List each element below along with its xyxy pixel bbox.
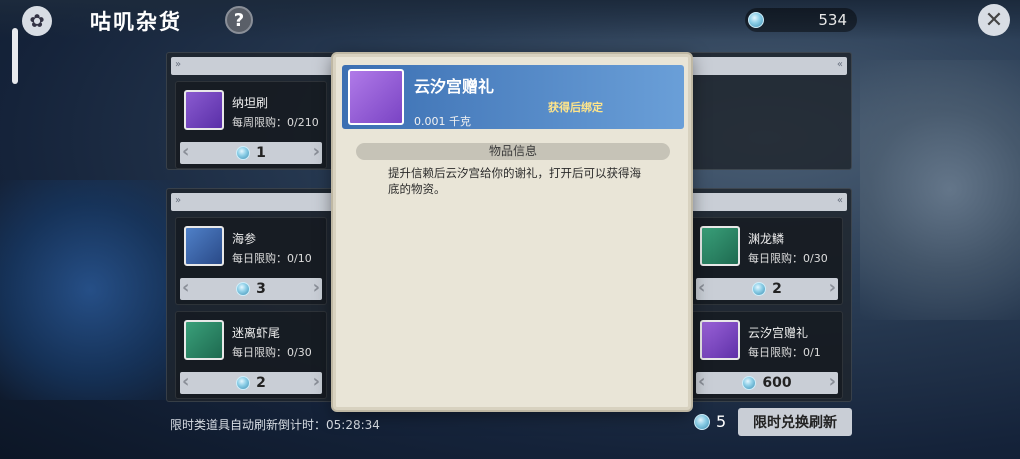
item-name: 迷离虾尾 — [232, 326, 281, 340]
gem-icon — [236, 146, 251, 160]
refresh-button[interactable]: 限时兑换刷新 — [738, 408, 852, 436]
item-description: 提升信赖后云汐宫给你的谢礼，打开后可以获得海底的物资。 — [388, 166, 641, 196]
item-detail-modal: 云汐宫赠礼 获得后绑定 0.001 千克 物品信息 提升信赖后云汐宫给你的谢礼，… — [333, 54, 691, 410]
price-button[interactable]: 2 — [180, 372, 322, 394]
sea-cucumber-icon — [184, 226, 224, 266]
item-price: 1 — [256, 145, 266, 161]
section-label: 物品信息 — [356, 143, 670, 160]
shop-logo-icon: ✿ — [22, 6, 52, 36]
item-price: 600 — [762, 375, 792, 391]
item-limit: 每周限购：0/210 — [232, 116, 319, 129]
bind-status: 获得后绑定 — [548, 101, 603, 114]
gem-icon — [752, 282, 767, 296]
item-price: 2 — [256, 375, 266, 391]
refresh-cost: 5 — [694, 412, 726, 431]
price-button[interactable]: 3 — [180, 278, 322, 300]
item-limit: 每日限购：0/30 — [748, 252, 828, 265]
conch-shell-icon — [700, 320, 740, 360]
help-button[interactable]: ? — [225, 6, 253, 34]
page-title: 咕叽杂货 — [90, 10, 182, 34]
deco-right-icon: « — [836, 59, 843, 70]
item-name: 海参 — [232, 232, 257, 246]
currency-display: 534 — [745, 8, 857, 32]
header: ✿ 咕叽杂货 ? 534 ✕ — [0, 0, 1020, 40]
modal-header: 云汐宫赠礼 获得后绑定 0.001 千克 — [342, 65, 684, 129]
shrimp-tail-icon — [184, 320, 224, 360]
item-limit: 每日限购：0/30 — [232, 346, 312, 359]
item-name: 渊龙鳞 — [748, 232, 785, 246]
modal-title: 云汐宫赠礼 — [414, 77, 495, 96]
deco-left-icon: » — [175, 59, 182, 70]
item-name: 纳坦刷 — [232, 96, 269, 110]
price-button[interactable]: 1 — [180, 142, 322, 164]
gem-icon — [748, 12, 764, 28]
item-price: 3 — [256, 281, 266, 297]
conch-shell-icon — [348, 69, 404, 125]
refresh-cost-value: 5 — [716, 412, 727, 431]
background-light-blue — [0, 180, 180, 400]
gem-icon — [694, 413, 710, 430]
shop-item-card[interactable]: 海参 每日限购：0/10 3 — [175, 217, 327, 305]
shop-item-card[interactable]: 渊龙鳞 每日限购：0/30 2 — [691, 217, 843, 305]
shop-item-card[interactable]: 迷离虾尾 每日限购：0/30 2 — [175, 311, 327, 399]
item-weight: 0.001 千克 — [414, 115, 471, 128]
price-button[interactable]: 2 — [696, 278, 838, 300]
item-name: 云汐宫赠礼 — [748, 326, 809, 340]
deco-left-icon: » — [175, 195, 182, 206]
broom-icon — [184, 90, 224, 130]
shop-item-card[interactable]: 云汐宫赠礼 每日限购：0/1 600 — [691, 311, 843, 399]
refresh-timer: 限时类道具自动刷新倒计时：05:28:34 — [170, 418, 380, 432]
gem-icon — [742, 376, 757, 390]
background-light-grey — [860, 60, 1020, 320]
price-button[interactable]: 600 — [696, 372, 838, 394]
gem-icon — [236, 282, 251, 296]
item-limit: 每日限购：0/10 — [232, 252, 312, 265]
scroll-indicator[interactable] — [12, 28, 18, 84]
dragon-scale-icon — [700, 226, 740, 266]
close-button[interactable]: ✕ — [978, 4, 1010, 36]
item-limit: 每日限购：0/1 — [748, 346, 821, 359]
gem-icon — [236, 376, 251, 390]
shop-item-card[interactable]: 纳坦刷 每周限购：0/210 1 — [175, 81, 327, 169]
currency-value: 534 — [818, 11, 847, 29]
item-price: 2 — [772, 281, 782, 297]
deco-right-icon: « — [836, 195, 843, 206]
